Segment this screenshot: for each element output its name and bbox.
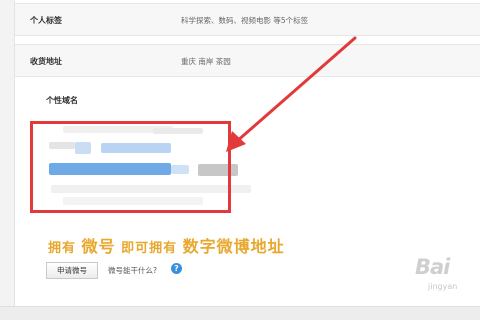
baidu-watermark: Bai	[415, 255, 450, 279]
red-arrow-icon	[226, 36, 357, 152]
page-bottom-border	[0, 306, 480, 320]
baidu-watermark-sub: jingyan	[428, 282, 458, 291]
